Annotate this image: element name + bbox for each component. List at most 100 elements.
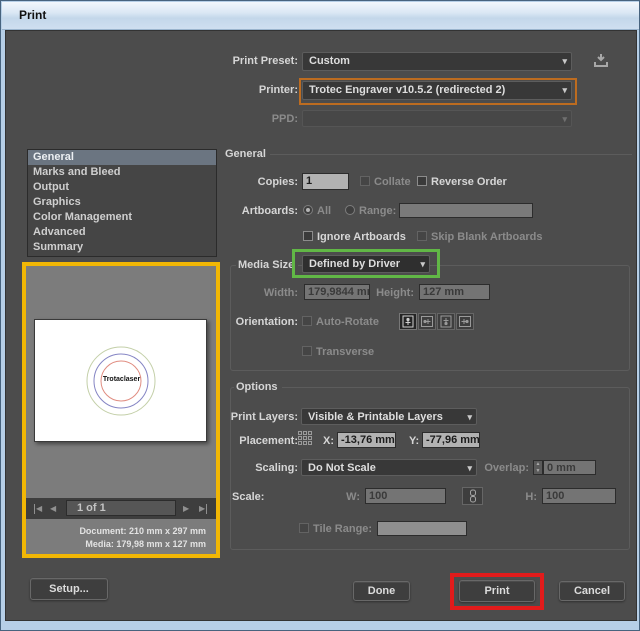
- orientation-landscape-right-button[interactable]: [456, 313, 474, 330]
- artboards-range-radio[interactable]: [345, 205, 355, 215]
- reverse-order-checkbox[interactable]: [417, 176, 427, 186]
- stepper-down-icon: ▼: [534, 468, 542, 475]
- scale-h-label: H:: [503, 489, 537, 505]
- orientation-portrait-up-button[interactable]: [399, 313, 417, 330]
- artboards-label: Artboards:: [225, 203, 298, 219]
- save-preset-button[interactable]: [592, 52, 610, 69]
- artboards-range-label: Range:: [359, 203, 396, 219]
- page-indicator-input[interactable]: 1 of 1: [66, 500, 176, 516]
- print-preset-dropdown[interactable]: Custom ▾: [302, 52, 572, 71]
- title-bar[interactable]: Print: [2, 2, 640, 30]
- chain-link-icon: [468, 489, 478, 503]
- sidebar-item-summary[interactable]: Summary: [28, 240, 216, 255]
- chevron-down-icon: ▾: [467, 410, 472, 425]
- transverse-label: Transverse: [316, 344, 374, 360]
- constrain-proportions-button[interactable]: [462, 487, 483, 505]
- next-page-button[interactable]: ▶: [183, 504, 189, 514]
- orientation-portrait-down-button[interactable]: [437, 313, 455, 330]
- last-page-button[interactable]: ▶: [199, 504, 207, 514]
- overlap-stepper: ▲ ▼: [533, 460, 543, 475]
- general-panel-header: General: [225, 146, 266, 162]
- tile-range-checkbox: [299, 523, 309, 533]
- options-header: Options: [236, 379, 278, 395]
- sidebar-item-graphics[interactable]: Graphics: [28, 195, 216, 210]
- scaling-label: Scaling:: [225, 460, 298, 476]
- orientation-label: Orientation:: [225, 314, 298, 330]
- orientation-landscape-left-button[interactable]: [418, 313, 436, 330]
- scaling-dropdown[interactable]: Do Not Scale ▾: [301, 459, 477, 476]
- chevron-down-icon: ▾: [420, 257, 425, 272]
- width-label: Width:: [225, 285, 298, 301]
- printer-value: Trotec Engraver v10.5.2 (redirected 2): [309, 84, 505, 96]
- placement-y-label: Y:: [409, 433, 419, 449]
- copies-label: Copies:: [225, 174, 298, 190]
- print-layers-value: Visible & Printable Layers: [308, 411, 443, 423]
- copies-input[interactable]: 1: [302, 173, 349, 190]
- ppd-label: PPD:: [166, 111, 298, 127]
- print-preview-panel: Trotaclaser ◀ ◀ 1 of 1 ▶ ▶ Document: 210…: [22, 262, 220, 558]
- scale-w-input: 100: [365, 488, 446, 504]
- orientation-portrait-up-icon: [402, 315, 414, 328]
- orientation-landscape-right-icon: [459, 316, 472, 328]
- save-preset-icon: [592, 52, 610, 69]
- setup-button[interactable]: Setup...: [30, 578, 108, 600]
- overlap-input: 0 mm: [543, 460, 596, 475]
- preview-page[interactable]: Trotaclaser: [34, 319, 207, 442]
- skip-blank-artboards-label: Skip Blank Artboards: [431, 229, 542, 245]
- window-title: Print: [19, 8, 46, 22]
- height-label: Height:: [346, 285, 414, 301]
- placement-x-input[interactable]: -13,76 mm: [337, 432, 396, 448]
- scale-label: Scale:: [232, 489, 264, 505]
- scaling-value: Do Not Scale: [308, 462, 376, 474]
- placement-y-input[interactable]: -77,96 mm: [422, 432, 480, 448]
- page-nav-bar: ◀ ◀ 1 of 1 ▶ ▶: [26, 498, 216, 519]
- scale-h-input: 100: [542, 488, 616, 504]
- height-input: 127 mm: [419, 284, 490, 300]
- preview-logo-text: Trotaclaser: [35, 376, 208, 383]
- collate-checkbox: [360, 176, 370, 186]
- document-size-info: Document: 210 mm x 297 mm: [26, 526, 206, 536]
- sidebar-item-advanced[interactable]: Advanced: [28, 225, 216, 240]
- header-divider: [270, 154, 632, 155]
- printer-label: Printer:: [166, 82, 298, 98]
- chevron-down-icon: ▾: [562, 83, 567, 98]
- prev-page-button[interactable]: ◀: [50, 504, 56, 514]
- sidebar-item-color-management[interactable]: Color Management: [28, 210, 216, 225]
- settings-section-list: General Marks and Bleed Output Graphics …: [27, 149, 217, 257]
- sidebar-item-output[interactable]: Output: [28, 180, 216, 195]
- print-button[interactable]: Print: [459, 580, 535, 602]
- orientation-landscape-left-icon: [421, 316, 434, 328]
- chevron-down-icon: ▾: [562, 112, 567, 127]
- done-button[interactable]: Done: [353, 581, 410, 601]
- dialog-content: Print Preset: Custom ▾ Printer: Trotec E…: [5, 30, 637, 621]
- sidebar-item-marks-and-bleed[interactable]: Marks and Bleed: [28, 165, 216, 180]
- placement-proxy-grid[interactable]: [298, 431, 315, 448]
- ignore-artboards-checkbox[interactable]: [303, 231, 313, 241]
- tile-range-label: Tile Range:: [313, 521, 372, 537]
- skip-blank-artboards-checkbox: [417, 231, 427, 241]
- first-page-button[interactable]: ◀: [34, 504, 42, 514]
- scale-w-label: W:: [326, 489, 360, 505]
- artboards-all-radio[interactable]: [303, 205, 313, 215]
- print-layers-dropdown[interactable]: Visible & Printable Layers ▾: [301, 408, 477, 425]
- printer-dropdown[interactable]: Trotec Engraver v10.5.2 (redirected 2) ▾: [302, 81, 572, 100]
- placement-label: Placement:: [225, 433, 298, 449]
- print-preset-label: Print Preset:: [166, 53, 298, 69]
- collate-label: Collate: [374, 174, 411, 190]
- chevron-down-icon: ▾: [562, 54, 567, 69]
- placement-x-label: X:: [323, 433, 334, 449]
- print-layers-label: Print Layers:: [225, 409, 298, 425]
- media-size-value: Defined by Driver: [309, 258, 400, 270]
- ignore-artboards-label: Ignore Artboards: [317, 229, 406, 245]
- auto-rotate-checkbox: [302, 316, 312, 326]
- transverse-checkbox: [302, 346, 312, 356]
- sidebar-item-general[interactable]: General: [28, 150, 216, 165]
- tile-range-input: [377, 521, 467, 536]
- cancel-button[interactable]: Cancel: [559, 581, 625, 601]
- media-size-label: Media Size: [238, 257, 294, 273]
- stepper-up-icon: ▲: [534, 461, 542, 468]
- print-preset-value: Custom: [309, 55, 350, 67]
- media-size-dropdown[interactable]: Defined by Driver ▾: [302, 255, 430, 273]
- reverse-order-label: Reverse Order: [431, 174, 507, 190]
- overlap-label: Overlap:: [460, 460, 529, 476]
